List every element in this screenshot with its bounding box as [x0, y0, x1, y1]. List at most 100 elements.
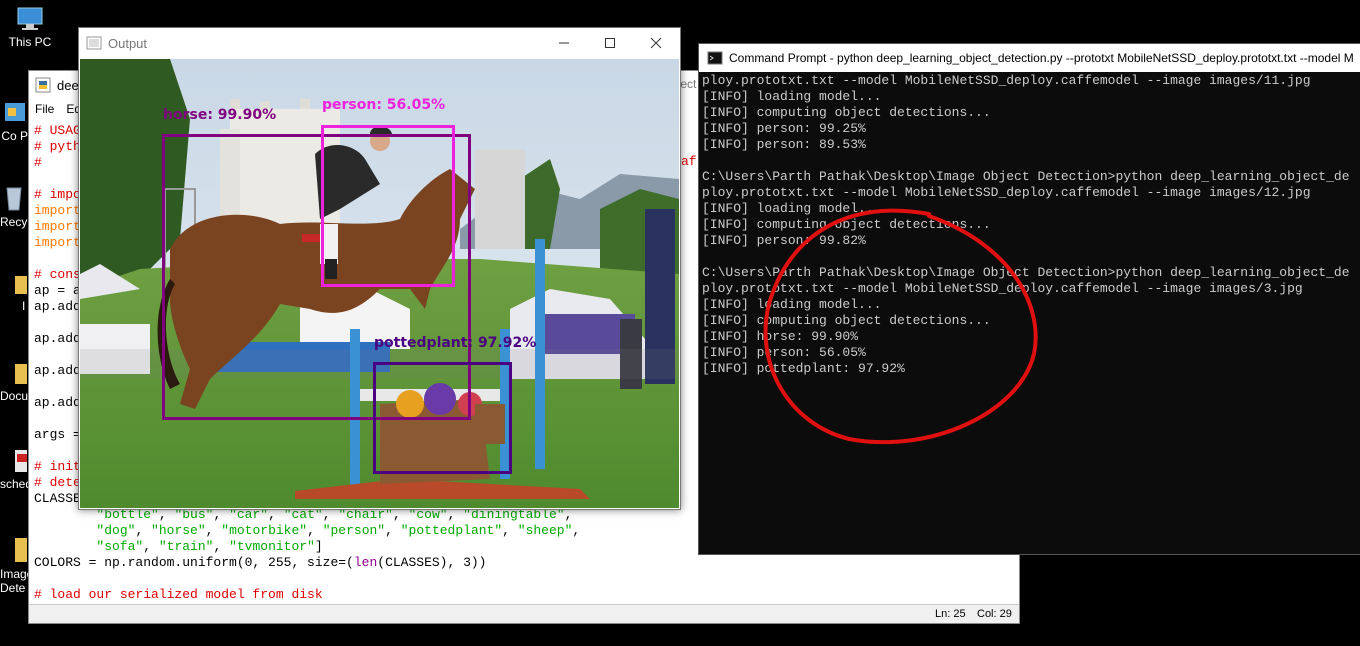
- code-token: args =: [34, 427, 81, 442]
- console-line: ploy.prototxt.txt --model MobileNetSSD_d…: [702, 185, 1311, 200]
- maximize-button[interactable]: [587, 28, 633, 58]
- desktop-icon-control-panel[interactable]: Co Pa: [0, 100, 30, 143]
- close-button[interactable]: [633, 28, 679, 58]
- code-token: # load our serialized model from disk: [34, 587, 323, 601]
- desktop-icon-label: I: [22, 299, 26, 313]
- desktop-icon-image-detection[interactable]: Image Dete: [0, 536, 28, 595]
- status-line: Ln: 25: [935, 608, 966, 620]
- recycle-bin-icon: [6, 187, 22, 211]
- editor-title: dee: [57, 77, 79, 93]
- code-token: "motorbike": [221, 523, 308, 538]
- console-line: [INFO] person: 89.53%: [702, 137, 866, 152]
- code-token: (CLASSES), 3)): [377, 555, 487, 570]
- code-line: # load our serialized model from disk: [34, 587, 1004, 601]
- code-line: COLORS = np.random.uniform(0, 255, size=…: [34, 555, 1004, 571]
- code-token: CLASSE: [34, 491, 81, 506]
- code-token: # init: [34, 459, 81, 474]
- code-token: ,: [213, 539, 230, 554]
- code-token: "sofa": [96, 539, 144, 554]
- code-token: "horse": [151, 523, 206, 538]
- computer-icon: [17, 7, 43, 30]
- window-app-icon: [86, 36, 102, 50]
- cmd-app-icon: [707, 51, 723, 65]
- code-token: # impo: [34, 187, 81, 202]
- code-token: ,: [385, 523, 401, 538]
- code-token: ,: [572, 523, 581, 538]
- code-token: ap.add: [34, 363, 81, 378]
- code-token: # cons: [34, 267, 81, 282]
- detection-label-horse: horse: 99.90%: [163, 107, 277, 123]
- code-token: COLORS = np.random.uniform(0, 255, size=…: [34, 555, 354, 570]
- cmd-titlebar[interactable]: Command Prompt - python deep_learning_ob…: [699, 44, 1360, 72]
- code-token: ap.add: [34, 331, 81, 346]
- code-token: ,: [502, 523, 518, 538]
- cmd-title: Command Prompt - python deep_learning_ob…: [729, 51, 1354, 65]
- desktop-icon-label: Image Dete: [0, 567, 28, 595]
- desktop-icon-label: This PC: [8, 35, 52, 49]
- desktop-icon-label: Docu: [0, 389, 28, 403]
- maximize-icon: [605, 38, 615, 48]
- bounding-box-person: [321, 125, 455, 287]
- code-token: import: [34, 219, 81, 234]
- code-token: "dog": [96, 523, 136, 538]
- detection-image: horse: 99.90% person: 56.05% pottedplant…: [80, 59, 679, 508]
- code-token: len: [353, 555, 378, 570]
- red-ellipse-annotation: [763, 208, 1038, 445]
- code-token: ,: [307, 523, 323, 538]
- desktop-icon-label: sched: [0, 477, 28, 491]
- desktop-icon-pdf[interactable]: sched: [0, 448, 28, 491]
- desktop-icon-recycle-bin[interactable]: Recy: [0, 182, 28, 229]
- output-window[interactable]: Output horse: 99.90% person: 56.05% pott…: [78, 27, 681, 510]
- code-token: import: [34, 203, 81, 218]
- pdf-icon: [15, 450, 27, 472]
- control-panel-icon: [5, 103, 25, 121]
- command-prompt-window[interactable]: Command Prompt - python deep_learning_ob…: [698, 43, 1360, 555]
- desktop-icon-this-pc[interactable]: This PC: [0, 6, 60, 49]
- code-token: "tvmonitor": [229, 539, 315, 554]
- desktop-icon-label: Recy: [0, 215, 28, 229]
- code-token: "sheep": [517, 523, 573, 538]
- code-token: ,: [143, 539, 159, 554]
- editor-statusbar: Ln: 25 Col: 29: [29, 604, 1019, 623]
- output-title: Output: [108, 35, 148, 51]
- console-line: [INFO] computing object detections...: [702, 105, 991, 120]
- code-fragment: af: [681, 154, 697, 169]
- console-line: [INFO] person: 99.25%: [702, 121, 866, 136]
- folder-icon: [15, 276, 27, 294]
- menu-file[interactable]: File: [29, 102, 60, 116]
- console-line: ploy.prototxt.txt --model MobileNetSSD_d…: [702, 73, 1311, 88]
- code-token: # dete: [34, 475, 81, 490]
- detection-label-pottedplant: pottedplant: 97.92%: [374, 335, 537, 351]
- close-icon: [650, 37, 662, 49]
- code-token: # pyth: [34, 139, 81, 154]
- desktop-icon-folder-1[interactable]: I: [0, 272, 28, 313]
- folder-icon: [15, 364, 27, 384]
- python-file-icon: [35, 77, 51, 93]
- bounding-box-pottedplant: [373, 362, 512, 474]
- code-token: "person": [322, 523, 386, 538]
- code-token: #: [34, 155, 42, 170]
- code-token: "pottedplant": [400, 523, 503, 538]
- desktop-icon-label: Co Pa: [1, 129, 30, 143]
- code-token: # USAG: [34, 123, 81, 138]
- status-col: Col: 29: [977, 608, 1012, 620]
- code-token: ap.add: [34, 299, 81, 314]
- detection-label-person: person: 56.05%: [322, 97, 446, 113]
- code-token: "train": [158, 539, 214, 554]
- code-token: ap = a: [34, 283, 81, 298]
- console-line: [INFO] loading model...: [702, 89, 882, 104]
- code-token: ap.add: [34, 395, 81, 410]
- code-token: ]: [314, 539, 323, 554]
- minimize-icon: [559, 42, 569, 44]
- folder-icon: [15, 538, 27, 562]
- minimize-button[interactable]: [541, 28, 587, 58]
- console-line: C:\Users\Parth Pathak\Desktop\Image Obje…: [702, 169, 1350, 184]
- code-token: ,: [205, 523, 222, 538]
- desktop-icon-documents[interactable]: Docu: [0, 360, 28, 403]
- code-token: ,: [135, 523, 152, 538]
- code-token: import: [34, 235, 81, 250]
